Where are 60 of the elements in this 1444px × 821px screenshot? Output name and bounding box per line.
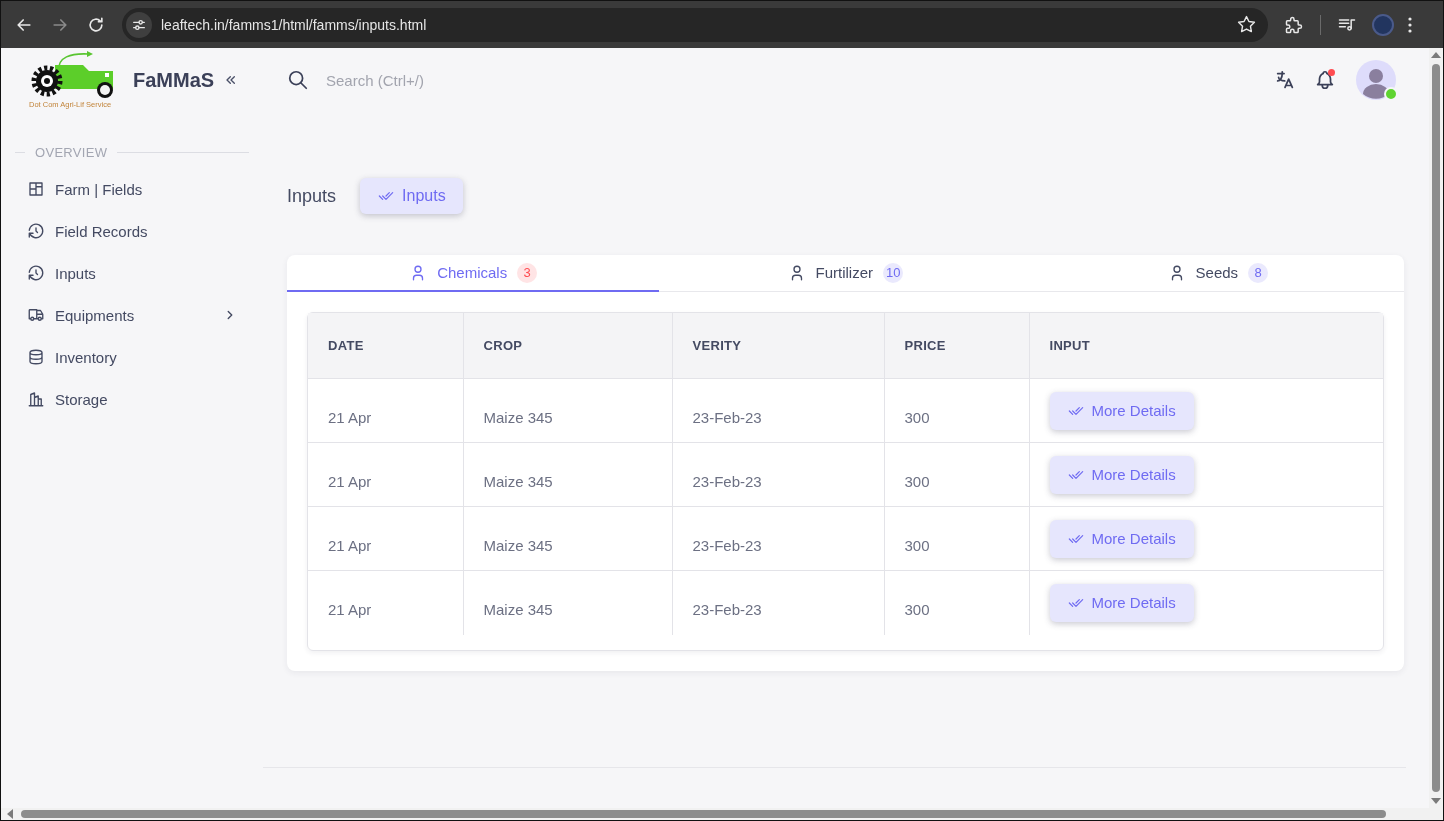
- table-cell: 21 Apr: [308, 378, 463, 443]
- history-icon: [27, 264, 45, 282]
- count-badge: 10: [883, 262, 904, 283]
- table-cell: Maize 345: [463, 378, 672, 443]
- table-cell: 300: [884, 570, 1029, 635]
- brand-name: FaMMaS: [133, 68, 215, 92]
- table-cell: 21 Apr: [308, 570, 463, 635]
- buildings-icon: [27, 390, 45, 408]
- user-avatar-icon[interactable]: [1356, 60, 1396, 100]
- table-cell: 300: [884, 506, 1029, 571]
- table-cell: Maize 345: [463, 442, 672, 507]
- page-title: Inputs: [287, 185, 337, 207]
- table-cell: 23-Feb-23: [672, 506, 884, 571]
- truck-icon: [27, 306, 45, 324]
- table-cell: 300: [884, 378, 1029, 443]
- more-vertical-icon: [1408, 16, 1412, 33]
- sidebar-item[interactable]: Storage: [1, 378, 261, 420]
- column-header: INPUT: [1029, 313, 1383, 379]
- database-icon: [27, 348, 45, 366]
- category-tab[interactable]: Chemicals 3: [287, 255, 660, 292]
- table-cell: Maize 345: [463, 506, 672, 571]
- table-cell: 23-Feb-23: [672, 442, 884, 507]
- horizontal-scrollbar[interactable]: [1, 808, 1443, 820]
- search-field[interactable]: Search (Ctrl+/): [326, 71, 646, 89]
- language-button[interactable]: [1274, 69, 1296, 91]
- translate-icon: [1274, 69, 1296, 91]
- star-icon: [1237, 15, 1256, 34]
- sidebar-item[interactable]: Inventory: [1, 336, 261, 378]
- search-icon: [287, 69, 309, 91]
- sidebar-item[interactable]: Inputs: [1, 252, 261, 294]
- count-badge: 8: [1248, 262, 1269, 283]
- table-cell: 21 Apr: [308, 506, 463, 571]
- table-cell: Maize 345: [463, 570, 672, 635]
- count-badge: 3: [517, 262, 538, 283]
- sidebar-item[interactable]: Farm | Fields: [1, 168, 261, 210]
- bell-icon: [1314, 69, 1336, 91]
- column-header: VERITY: [672, 313, 884, 379]
- section-heading: OVERVIEW: [35, 144, 108, 160]
- category-tab[interactable]: Furtilizer 10: [659, 255, 1032, 292]
- url-text: leaftech.in/famms1/html/famms/inputs.html: [161, 16, 428, 33]
- notifications-button[interactable]: [1314, 69, 1336, 91]
- sidebar-item[interactable]: Field Records: [1, 210, 261, 252]
- column-header: CROP: [463, 313, 672, 379]
- address-bar[interactable]: leaftech.in/famms1/html/famms/inputs.html: [122, 7, 1268, 42]
- column-header: PRICE: [884, 313, 1029, 379]
- browser-menu-button[interactable]: [1408, 16, 1412, 33]
- layout-grid-icon: [27, 180, 45, 198]
- vertical-scrollbar[interactable]: [1429, 48, 1443, 808]
- table-cell: 23-Feb-23: [672, 378, 884, 443]
- table-cell: 23-Feb-23: [672, 570, 884, 635]
- category-tab[interactable]: Seeds 8: [1031, 255, 1404, 292]
- history-icon: [27, 222, 45, 240]
- extensions-button[interactable]: [1284, 14, 1304, 35]
- bookmark-button[interactable]: [1237, 15, 1256, 34]
- site-settings-button[interactable]: [126, 11, 152, 38]
- table-cell: 21 Apr: [308, 442, 463, 507]
- puzzle-icon: [1284, 14, 1304, 35]
- sidebar-item[interactable]: Equipments: [1, 294, 261, 336]
- column-header: DATE: [308, 313, 463, 379]
- table-cell: 300: [884, 442, 1029, 507]
